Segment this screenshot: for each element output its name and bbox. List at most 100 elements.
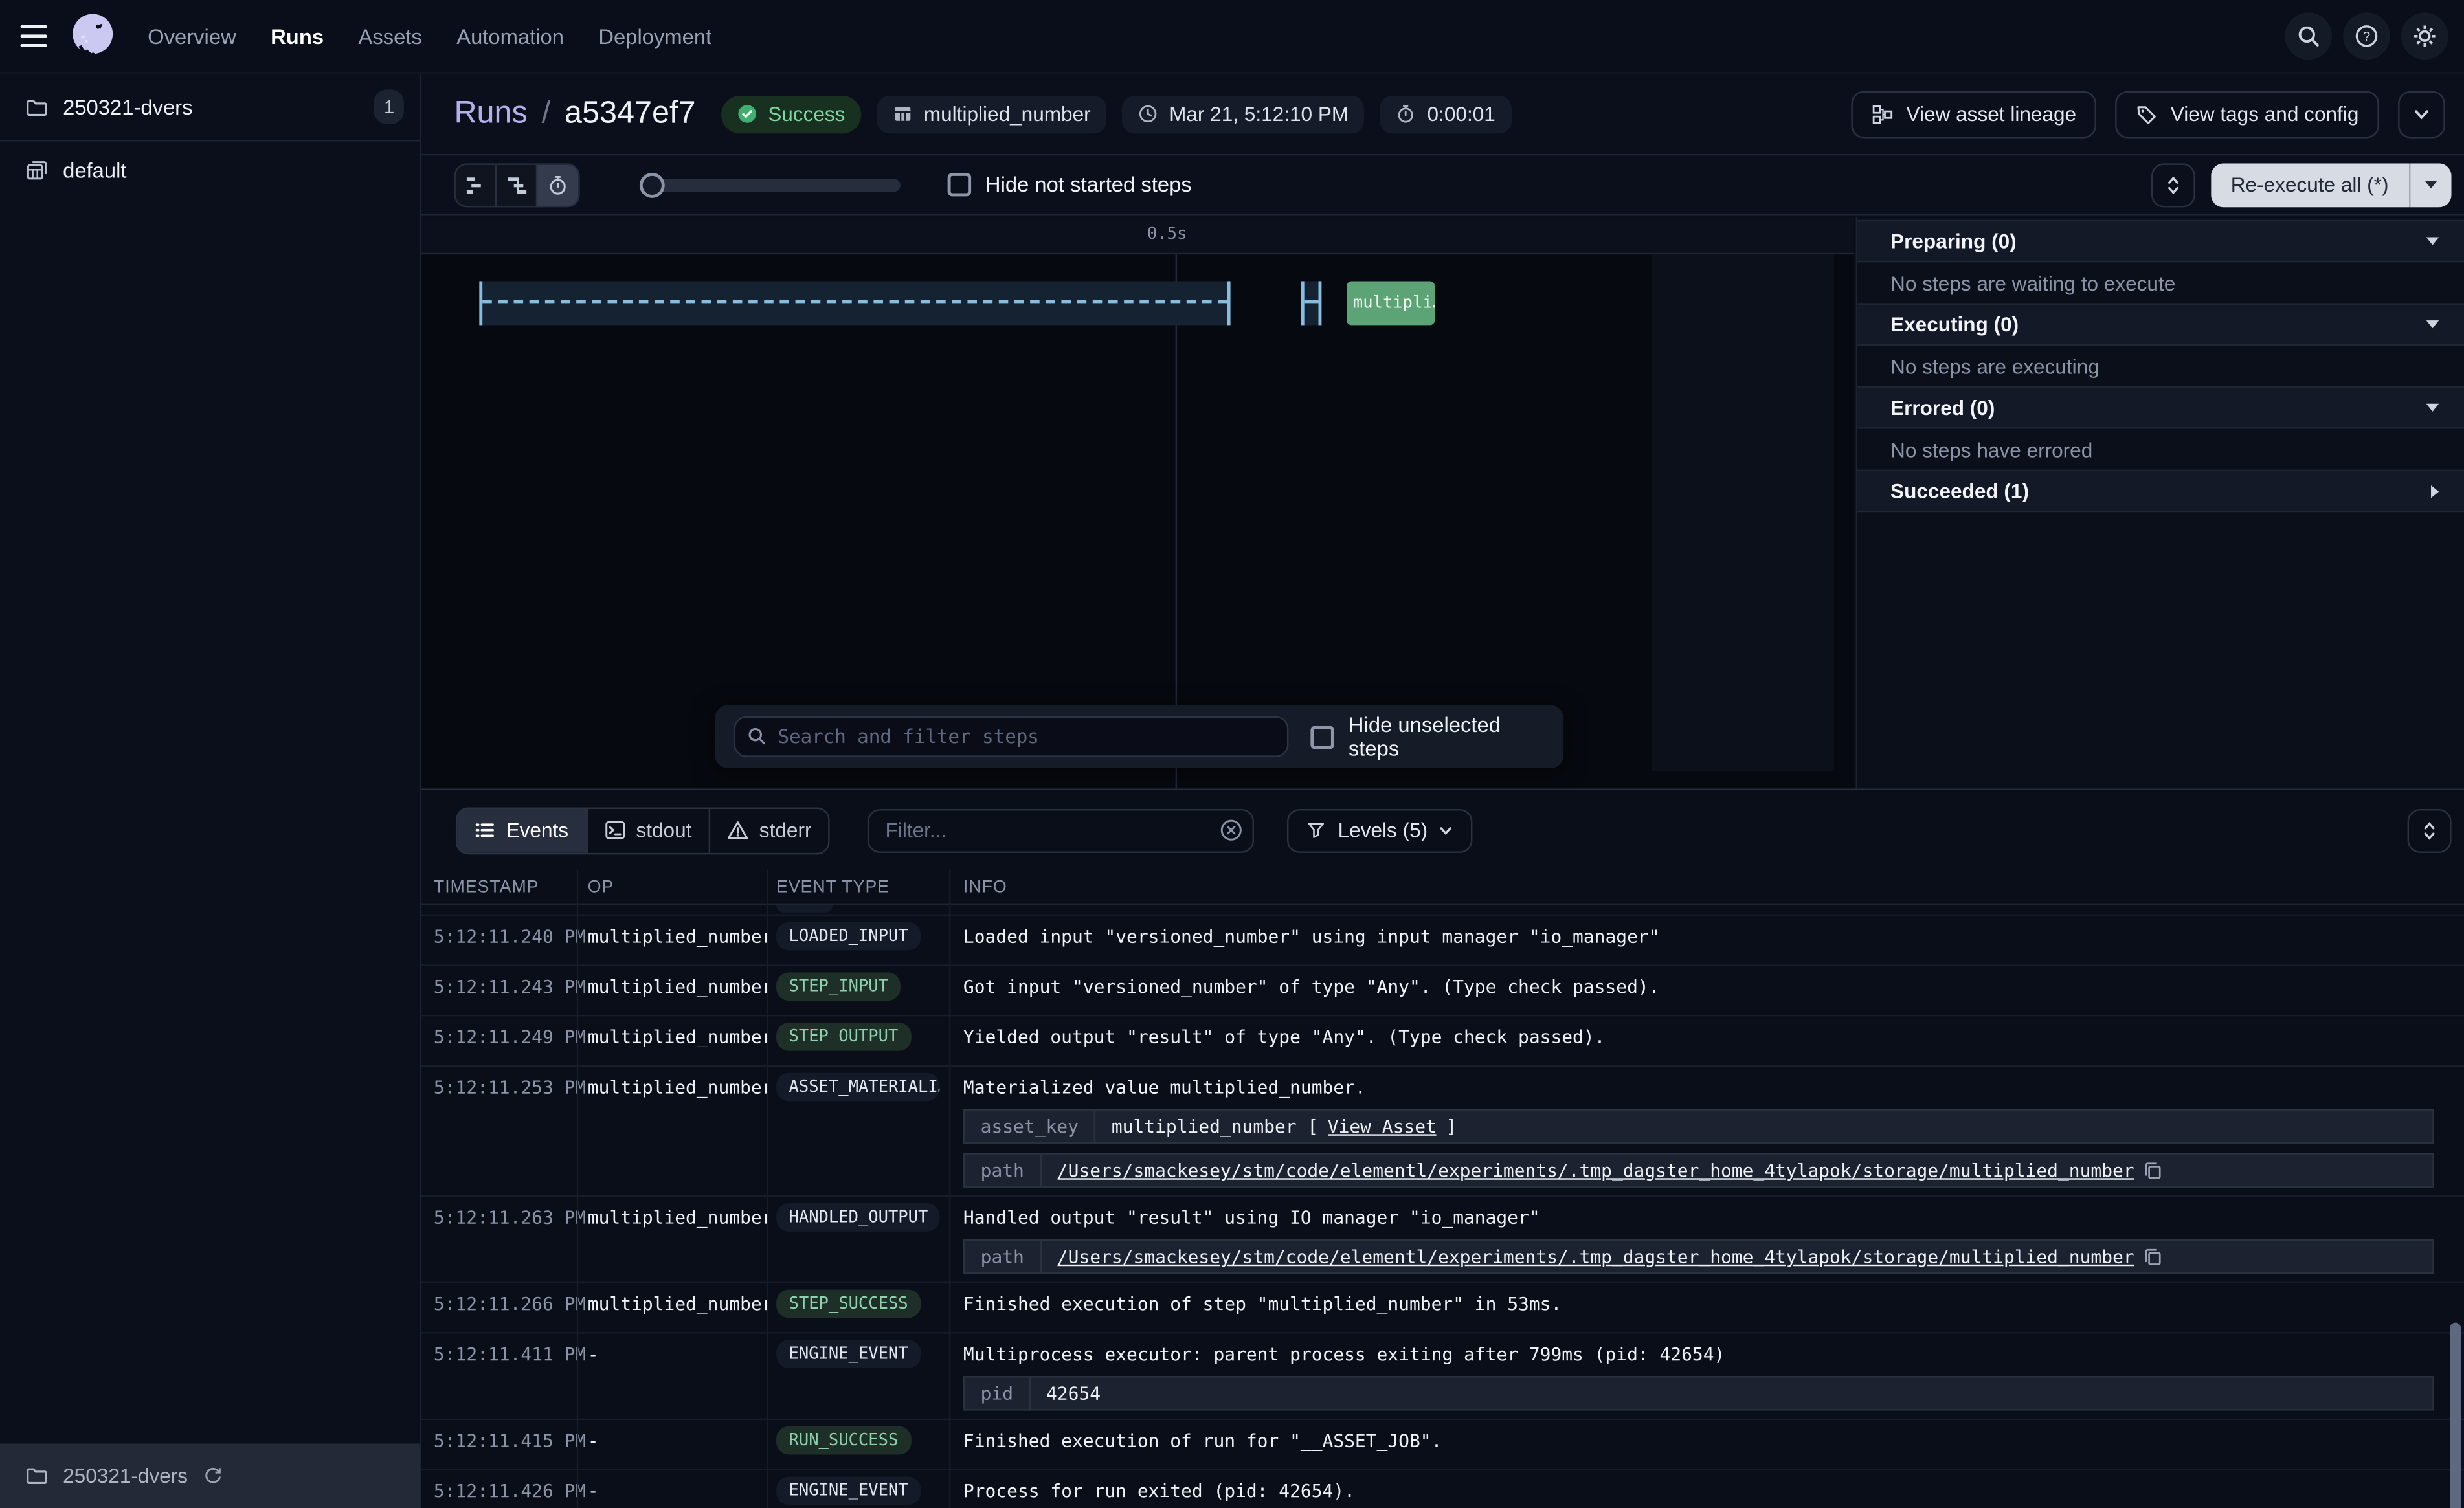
nav-item-deployment[interactable]: Deployment (598, 25, 711, 48)
top-nav-bar: Overview Runs Assets Automation Deployment ? (0, 0, 2464, 74)
gear-icon[interactable] (2401, 12, 2448, 60)
panel-section-body: No steps are waiting to execute (1857, 262, 2464, 303)
reexecute-dropdown-button[interactable] (2410, 162, 2451, 206)
event-type-badge: STEP_OUTPUT (776, 1023, 911, 1051)
sidebar-item-repo[interactable]: 250321-dvers 1 (0, 74, 420, 141)
asset-grid-icon (892, 104, 913, 124)
breadcrumb-runs-link[interactable]: Runs (454, 96, 527, 132)
event-type-badge: STEP_SUCCESS (776, 1290, 921, 1318)
log-filter-input[interactable] (868, 808, 1255, 852)
event-op: - (577, 1470, 767, 1508)
step-search-input[interactable] (734, 716, 1289, 757)
view-asset-lineage-button[interactable]: View asset lineage (1852, 91, 2097, 138)
duration-view-button[interactable] (537, 164, 578, 205)
tab-events[interactable]: Events (457, 808, 587, 852)
event-row: 5:12:11.266 PMmultiplied_numberSTEP_SUCC… (421, 1283, 2464, 1334)
gantt-zoom-slider[interactable] (640, 172, 901, 197)
event-info-text: Process for run exited (pid: 42654). (963, 1480, 2434, 1503)
tab-stderr[interactable]: stderr (711, 808, 829, 852)
event-info-text: Got input "versioned_number" of type "An… (963, 975, 2434, 999)
metadata-value-text: multiplied_number [ (1112, 1114, 1318, 1139)
event-info-text: Multiprocess executor: parent process ex… (963, 1343, 2434, 1366)
view-tags-config-button[interactable]: View tags and config (2116, 91, 2379, 138)
event-type-cell: LOADED_INPUT (767, 916, 950, 964)
events-expander-button[interactable] (2408, 808, 2452, 852)
copy-icon[interactable] (2144, 1161, 2162, 1180)
path-link[interactable]: /Users/smackesey/stm/code/elementl/exper… (1057, 1158, 2134, 1183)
vertical-scrollbar-thumb[interactable] (2450, 1323, 2461, 1508)
event-timestamp: 5:12:11.240 PM (421, 916, 577, 964)
gantt-step-bar[interactable]: multipli… (1347, 281, 1435, 325)
tab-stdout[interactable]: stdout (587, 808, 710, 852)
event-op: multiplied_number (577, 1067, 767, 1195)
event-type-cell: RUN_SUCCESS (767, 1420, 950, 1469)
flat-view-button[interactable] (456, 164, 497, 205)
hamburger-menu-icon[interactable] (0, 0, 66, 73)
refresh-icon[interactable] (202, 1465, 223, 1486)
panel-section-header[interactable]: Errored (0) (1857, 386, 2464, 429)
help-icon[interactable]: ? (2343, 12, 2390, 60)
panel-section-header[interactable]: Executing (0) (1857, 303, 2464, 346)
hide-unselected-label: Hide unselected steps (1349, 713, 1545, 760)
metadata-value: /Users/smackesey/stm/code/elementl/exper… (1042, 1241, 2178, 1272)
path-link[interactable]: /Users/smackesey/stm/code/elementl/exper… (1057, 1244, 2134, 1269)
column-divider (577, 870, 578, 1508)
search-icon[interactable] (2285, 12, 2332, 60)
waterfall-view-button[interactable] (497, 164, 537, 205)
gantt-after-zone (1652, 254, 1834, 771)
start-time-chip: Mar 21, 5:12:10 PM (1122, 95, 1364, 133)
nav-item-runs[interactable]: Runs (271, 25, 324, 48)
nav-item-automation[interactable]: Automation (456, 25, 564, 48)
job-icon (25, 158, 49, 181)
warning-icon (728, 820, 748, 841)
event-type-cell: STEP_INPUT (767, 966, 950, 1015)
event-row: 5:12:11.253 PMmultiplied_numberASSET_MAT… (421, 1067, 2464, 1197)
panel-section-title: Executing (0) (1890, 313, 2019, 336)
breadcrumb-separator: / (542, 96, 551, 132)
event-row: 5:12:11.243 PMmultiplied_numberSTEP_INPU… (421, 966, 2464, 1017)
dagster-logo-icon[interactable] (66, 8, 120, 64)
search-icon (746, 726, 767, 746)
clear-filter-icon[interactable] (1220, 817, 1244, 841)
event-op: multiplied_number (577, 966, 767, 1015)
hide-unselected-checkbox[interactable] (1311, 725, 1334, 748)
clock-icon (1138, 104, 1159, 124)
levels-filter-button[interactable]: Levels (5) (1288, 808, 1473, 852)
event-type-badge: ENGINE_EVENT (776, 1340, 921, 1368)
chevron-right-icon (2431, 485, 2439, 497)
panel-section-body: No steps are executing (1857, 346, 2464, 386)
gantt-view-mode-group (454, 162, 579, 206)
metadata-key: path (965, 1241, 1041, 1272)
event-row: 5:12:11.411 PM-ENGINE_EVENTMultiprocess … (421, 1334, 2464, 1420)
event-timestamp: 5:12:11.253 PM (421, 1067, 577, 1195)
hide-not-started-checkbox[interactable] (948, 173, 971, 196)
panel-section-header[interactable]: Preparing (0) (1857, 220, 2464, 263)
run-actions-chevron-button[interactable] (2398, 91, 2445, 138)
copy-icon[interactable] (2144, 1247, 2162, 1266)
metadata-table: pid42654 (963, 1376, 2434, 1410)
svg-text:?: ? (2363, 29, 2370, 44)
asset-tag-chip[interactable]: multiplied_number (877, 95, 1106, 133)
view-asset-link[interactable]: View Asset (1328, 1114, 1437, 1139)
event-type-cell: ENGINE_EVENT (767, 1470, 950, 1508)
gantt-expander-button[interactable] (2151, 162, 2195, 206)
event-info: Finished execution of run for "__ASSET_J… (949, 1420, 2464, 1469)
nav-item-overview[interactable]: Overview (148, 25, 236, 48)
panel-section-header[interactable]: Succeeded (1) (1857, 470, 2464, 513)
column-divider (767, 870, 768, 1508)
event-info: Yielded output "result" of type "Any". (… (949, 1016, 2464, 1065)
event-info: Process for run exited (pid: 42654). (949, 1470, 2464, 1508)
reexecute-all-button[interactable]: Re-execute all (*) (2210, 162, 2409, 206)
event-timestamp: 5:12:11.426 PM (421, 1470, 577, 1508)
expand-collapse-icon (2163, 175, 2182, 194)
tag-icon (2136, 103, 2158, 125)
event-row: 5:12:11.249 PMmultiplied_numberSTEP_OUTP… (421, 1016, 2464, 1067)
sidebar-job-label: default (63, 158, 126, 181)
slider-knob[interactable] (640, 172, 665, 197)
check-circle-icon (737, 104, 757, 124)
sidebar-item-job[interactable]: default (0, 141, 420, 197)
filter-input-wrap (868, 808, 1255, 852)
col-op: OP (577, 878, 767, 896)
event-op: multiplied_number (577, 1016, 767, 1065)
nav-item-assets[interactable]: Assets (358, 25, 421, 48)
